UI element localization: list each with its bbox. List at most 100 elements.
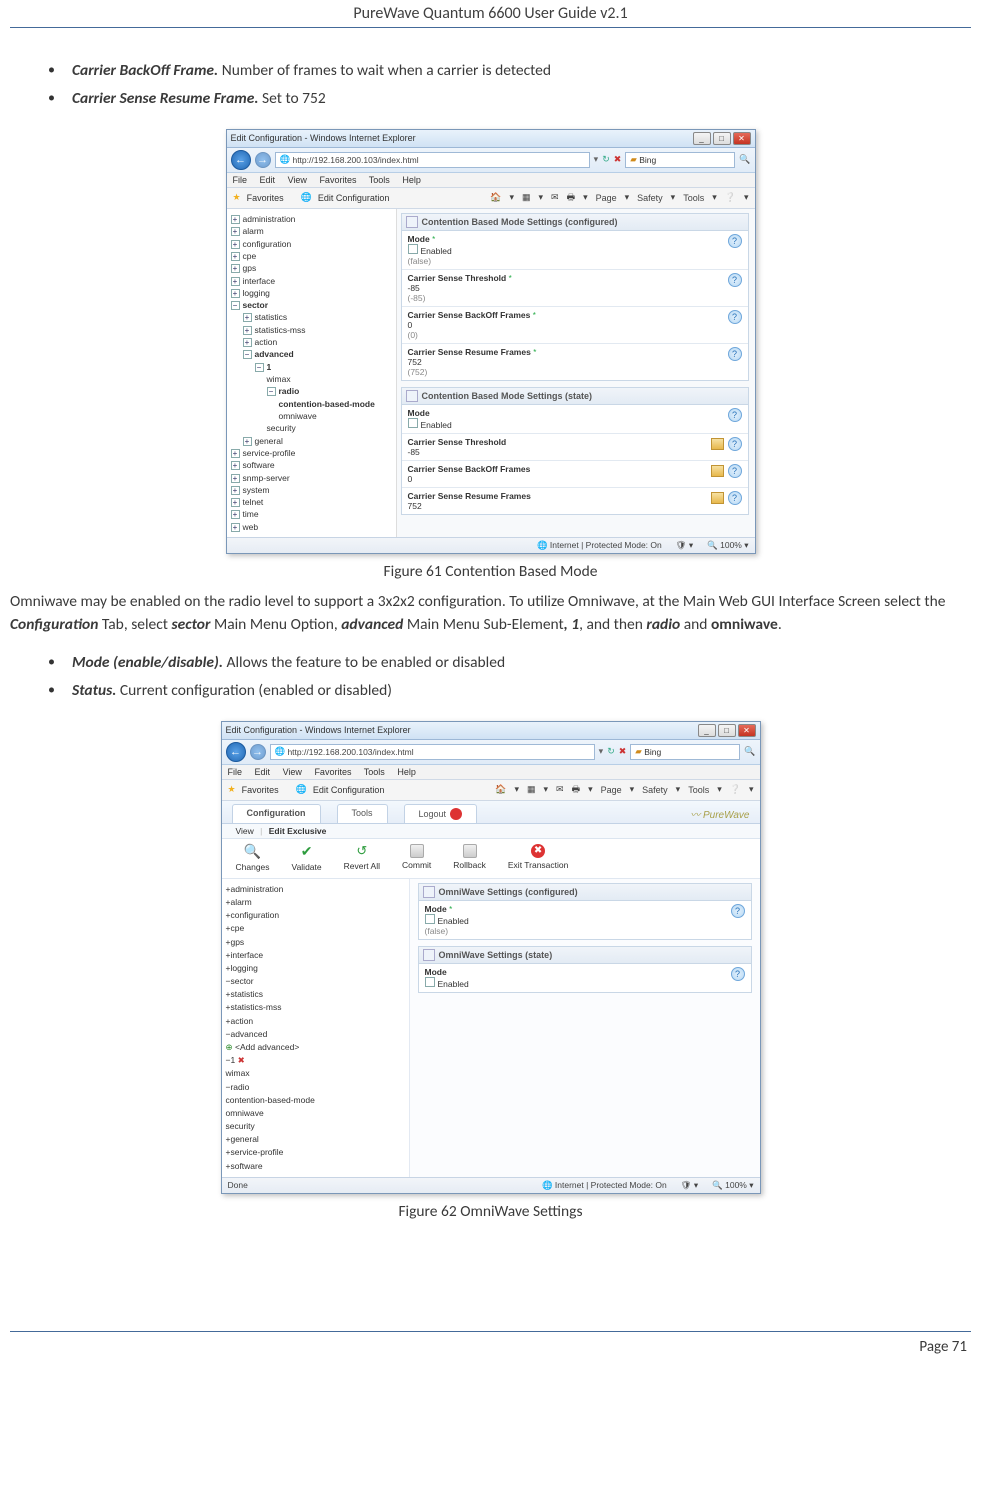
close-button[interactable]: ✕	[738, 724, 756, 737]
menu-file[interactable]: File	[228, 767, 243, 777]
screenshot-omniwave: Edit Configuration - Windows Internet Ex…	[221, 721, 761, 1194]
help-icon[interactable]: ?	[728, 408, 742, 422]
menu-edit[interactable]: Edit	[255, 767, 271, 777]
page-menu[interactable]: Page	[596, 193, 617, 203]
checkbox[interactable]	[408, 418, 418, 428]
menu-view[interactable]: View	[288, 175, 307, 185]
tools-menu[interactable]: Tools	[683, 193, 704, 203]
search-box[interactable]: ▰ Bing	[630, 744, 740, 760]
page-menu[interactable]: Page	[601, 785, 622, 795]
tab-tools[interactable]: Tools	[337, 804, 388, 823]
field-row: Carrier Sense BackOff Frames * 0(0) ?	[402, 307, 748, 344]
print-icon[interactable]: 🖶	[567, 190, 576, 206]
menu-help[interactable]: Help	[402, 175, 421, 185]
subtab-view[interactable]: View	[236, 826, 254, 836]
protected-mode-icon[interactable]: 🛡 ▾	[676, 540, 693, 551]
back-button[interactable]: ←	[226, 742, 246, 762]
tab-title[interactable]: Edit Configuration	[313, 785, 385, 795]
stat-icon[interactable]	[711, 492, 724, 504]
forward-button[interactable]: →	[250, 744, 266, 760]
search-go-icon[interactable]: 🔍	[744, 746, 755, 757]
menu-view[interactable]: View	[283, 767, 302, 777]
tool-validate[interactable]: ✔Validate	[292, 843, 322, 872]
help-icon[interactable]: ?	[728, 234, 742, 248]
tool-revert-all[interactable]: ↺Revert All	[344, 843, 380, 871]
menu-favorites[interactable]: Favorites	[319, 175, 356, 185]
checkbox[interactable]	[408, 244, 418, 254]
search-box[interactable]: ▰ Bing	[625, 152, 735, 168]
stat-icon[interactable]	[711, 438, 724, 450]
url-text: http://192.168.200.103/index.html	[292, 155, 418, 165]
safety-menu[interactable]: Safety	[637, 193, 663, 203]
window-title: Edit Configuration - Windows Internet Ex…	[226, 725, 411, 735]
tab-icon: 🌐	[301, 192, 312, 203]
help-icon[interactable]: ?	[728, 347, 742, 361]
delete-icon[interactable]: ✖	[238, 1055, 245, 1065]
address-bar[interactable]: 🌐 http://192.168.200.103/index.html	[270, 744, 595, 760]
bullet-item: Carrier BackOff Frame. Number of frames …	[48, 60, 971, 82]
subtab-edit-exclusive[interactable]: Edit Exclusive	[269, 826, 327, 836]
zoom-control[interactable]: 🔍 100% ▾	[707, 540, 748, 551]
read-mail-icon[interactable]: ✉	[551, 192, 559, 203]
safety-menu[interactable]: Safety	[642, 785, 668, 795]
omniwave-paragraph: Omniwave may be enabled on the radio lev…	[10, 591, 971, 636]
maximize-button[interactable]: □	[718, 724, 736, 737]
maximize-button[interactable]: □	[713, 132, 731, 145]
menu-edit[interactable]: Edit	[260, 175, 276, 185]
zone-icon: 🌐	[537, 540, 548, 550]
magnifier-icon: 🔍	[244, 843, 261, 860]
help-icon[interactable]: ?	[728, 464, 742, 478]
home-icon[interactable]: 🏠	[495, 784, 506, 795]
address-bar[interactable]: 🌐 http://192.168.200.103/index.html	[275, 152, 590, 168]
help-icon[interactable]: ?	[728, 273, 742, 287]
term: Carrier Sense Resume Frame.	[72, 89, 259, 108]
feeds-icon[interactable]: ▦	[522, 192, 531, 203]
group-header: Contention Based Mode Settings (state)	[402, 388, 748, 405]
search-go-icon[interactable]: 🔍	[739, 154, 750, 165]
nav-tree[interactable]: +administration +alarm +configuration +c…	[227, 209, 397, 537]
help-icon[interactable]: ?	[731, 967, 745, 981]
help-icon[interactable]: ?	[731, 904, 745, 918]
bullet-item: Carrier Sense Resume Frame. Set to 752	[48, 88, 971, 110]
help-icon[interactable]: ❔	[730, 784, 741, 795]
term-desc: Set to 752	[259, 89, 326, 108]
zoom-control[interactable]: 🔍 100% ▾	[712, 1180, 753, 1191]
screenshot-contention-mode: Edit Configuration - Windows Internet Ex…	[226, 129, 756, 554]
forward-button[interactable]: →	[255, 152, 271, 168]
tab-logout[interactable]: Logout	[404, 804, 478, 823]
close-button[interactable]: ✕	[733, 132, 751, 145]
print-icon[interactable]: 🖶	[572, 782, 581, 798]
checkbox[interactable]	[425, 914, 435, 924]
menu-help[interactable]: Help	[397, 767, 416, 777]
checkbox[interactable]	[425, 977, 435, 987]
tab-title[interactable]: Edit Configuration	[318, 193, 390, 203]
logout-icon	[450, 808, 462, 820]
tree-selected-omniwave[interactable]: omniwave	[226, 1107, 405, 1120]
tool-exit-transaction[interactable]: ✖Exit Transaction	[508, 844, 568, 870]
home-icon[interactable]: 🏠	[490, 192, 501, 203]
tab-configuration[interactable]: Configuration	[232, 804, 321, 823]
menu-bar: File Edit View Favorites Tools Help	[227, 173, 755, 188]
read-mail-icon[interactable]: ✉	[556, 784, 564, 795]
menu-file[interactable]: File	[233, 175, 248, 185]
tools-menu[interactable]: Tools	[688, 785, 709, 795]
help-icon[interactable]: ❔	[725, 192, 736, 203]
menu-favorites[interactable]: Favorites	[314, 767, 351, 777]
tool-commit[interactable]: Commit	[402, 844, 431, 870]
feeds-icon[interactable]: ▦	[527, 784, 536, 795]
back-button[interactable]: ←	[231, 150, 251, 170]
menu-tools[interactable]: Tools	[369, 175, 390, 185]
tool-rollback[interactable]: Rollback	[453, 844, 486, 870]
stat-icon[interactable]	[711, 465, 724, 477]
help-icon[interactable]: ?	[728, 491, 742, 505]
doc-header-title: PureWave Quantum 6600 User Guide v2.1	[10, 0, 971, 28]
help-icon[interactable]: ?	[728, 437, 742, 451]
favorites-star-icon[interactable]: ★	[228, 784, 236, 795]
minimize-button[interactable]: _	[693, 132, 711, 145]
nav-tree[interactable]: +administration +alarm +configuration +c…	[222, 879, 410, 1177]
tool-changes[interactable]: 🔍Changes	[236, 843, 270, 872]
menu-tools[interactable]: Tools	[364, 767, 385, 777]
minimize-button[interactable]: _	[698, 724, 716, 737]
favorites-star-icon[interactable]: ★	[233, 192, 241, 203]
help-icon[interactable]: ?	[728, 310, 742, 324]
